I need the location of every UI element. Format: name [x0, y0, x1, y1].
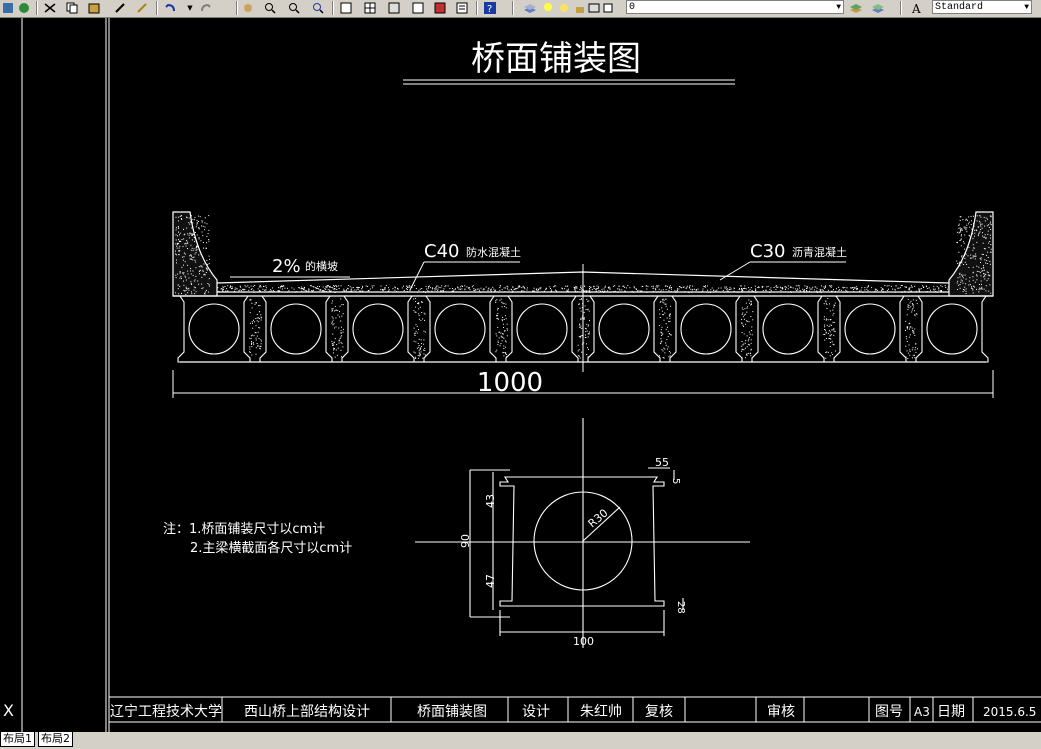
notes-line2: 2.主梁横截面各尺寸以cm计 — [190, 540, 352, 556]
help-icon[interactable]: ? — [482, 0, 498, 15]
overall-dimension — [172, 264, 994, 398]
zoom-previous-icon[interactable] — [310, 0, 326, 15]
tool-palettes-icon[interactable] — [386, 0, 402, 15]
tb-figno-label: 图号 — [875, 704, 903, 720]
dim-90: 90 — [459, 534, 472, 548]
dim-total: 1000 — [477, 368, 543, 398]
tb-designer: 朱红帅 — [580, 704, 622, 720]
svg-text:A: A — [911, 2, 921, 14]
layer-previous-icon[interactable] — [870, 0, 886, 15]
copy-icon[interactable] — [64, 0, 80, 15]
beam-void — [762, 303, 814, 355]
tb-approve-label: 审核 — [767, 704, 795, 720]
tab-layout2[interactable]: 布局2 — [38, 732, 73, 747]
dim-5: 5 — [670, 478, 681, 484]
undo-dropdown-icon[interactable]: ▼ — [182, 0, 198, 15]
c30-label: C30 — [750, 241, 785, 262]
drawing-title: 桥面铺装图 — [471, 39, 641, 79]
beam-void — [926, 303, 978, 355]
color-swatch-icon[interactable] — [600, 0, 616, 15]
sheet-set-icon[interactable] — [410, 0, 426, 15]
beam-void — [844, 303, 896, 355]
beam-void — [516, 303, 568, 355]
c40-label: C40 — [424, 241, 459, 262]
tab-layout1[interactable]: 布局1 — [0, 732, 35, 747]
main-toolbar: ▼ ? 0 ▼ A Standard ▼ — [0, 0, 1041, 18]
tb-drawing-name: 桥面铺装图 — [417, 704, 487, 720]
calculator-icon[interactable] — [454, 0, 470, 15]
beam-void — [270, 303, 322, 355]
beam-void — [188, 303, 240, 355]
beam-void — [598, 303, 650, 355]
brush-icon[interactable] — [112, 0, 128, 15]
text-style-dropdown[interactable]: Standard ▼ — [932, 0, 1032, 14]
dim-r30: R30 — [586, 506, 611, 530]
slope-label-suffix: 的横坡 — [305, 259, 338, 273]
light-bulb-icon[interactable] — [540, 0, 556, 15]
slope-label: 2% — [272, 256, 301, 277]
beam-void — [352, 303, 404, 355]
properties-icon[interactable] — [338, 0, 354, 15]
dim-100: 100 — [573, 635, 594, 648]
globe-icon[interactable] — [16, 0, 32, 15]
layer-manager-icon[interactable] — [522, 0, 538, 15]
tb-date-label: 日期 — [937, 704, 965, 720]
beam-void — [434, 303, 486, 355]
tb-date: 2015.6.5 — [983, 705, 1036, 719]
zoom-realtime-icon[interactable] — [262, 0, 278, 15]
svg-text:?: ? — [487, 4, 492, 14]
match-properties-icon[interactable] — [134, 0, 150, 15]
sun-icon[interactable] — [556, 0, 572, 15]
pan-icon[interactable] — [240, 0, 256, 15]
dim-55: 55 — [655, 456, 669, 469]
beam-void — [680, 303, 732, 355]
save-icon[interactable] — [0, 0, 16, 15]
c30-label-suffix: 沥青混凝土 — [792, 245, 847, 259]
tb-review-label: 复核 — [645, 703, 673, 720]
design-center-icon[interactable] — [362, 0, 378, 15]
undo-icon[interactable] — [162, 0, 178, 15]
layer-dropdown[interactable]: 0 ▼ — [626, 0, 844, 14]
drawing-canvas[interactable]: X 桥面铺装图 2% 的横坡 C40 防水混凝土 C30 沥青混凝土 1000 … — [0, 18, 1041, 732]
tb-design-label: 设计 — [522, 704, 550, 720]
dim-43: 43 — [484, 494, 497, 508]
paste-icon[interactable] — [86, 0, 102, 15]
dim-28: 28 — [675, 601, 686, 614]
dim-47: 47 — [484, 574, 497, 588]
beam-section-detail — [415, 418, 750, 648]
cut-icon[interactable] — [42, 0, 58, 15]
text-style-icon[interactable]: A — [910, 0, 926, 15]
markup-icon[interactable] — [432, 0, 448, 15]
tb-school: 辽宁工程技术大学 — [110, 703, 222, 720]
ucs-icon: X — [3, 701, 14, 720]
notes-line1: 注：1.桥面铺装尺寸以cm计 — [163, 522, 325, 537]
layout-tabs: 布局1 布局2 — [0, 732, 1041, 749]
tb-figno: A3 — [914, 705, 930, 719]
make-layer-current-icon[interactable] — [848, 0, 864, 15]
tb-project: 西山桥上部结构设计 — [244, 704, 370, 720]
c40-label-suffix: 防水混凝土 — [466, 245, 521, 259]
zoom-window-icon[interactable] — [286, 0, 302, 15]
redo-icon[interactable] — [198, 0, 214, 15]
